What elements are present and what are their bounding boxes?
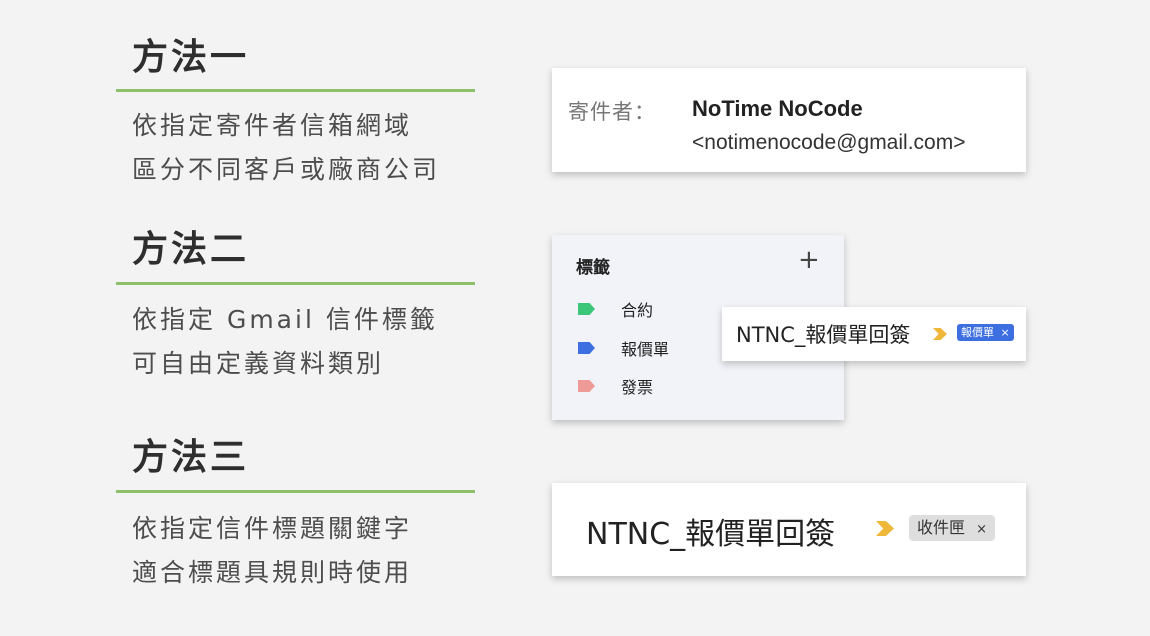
method-2-desc-line1: 依指定 Gmail 信件標籤 — [132, 305, 438, 334]
email-subject-card-large: NTNC_報價單回簽 收件匣 × — [552, 483, 1026, 576]
label-chip-quotation[interactable]: 報價單 × — [957, 324, 1014, 341]
method-3-desc-line1: 依指定信件標題關鍵字 — [132, 514, 413, 543]
label-chip-inbox[interactable]: 收件匣 × — [909, 515, 996, 541]
label-item-label: 發票 — [621, 378, 654, 397]
close-icon[interactable]: × — [976, 522, 987, 537]
email-subject-card-small: NTNC_報價單回簽 報價單 × — [722, 307, 1026, 361]
label-chip-text: 收件匣 — [917, 518, 966, 537]
method-2-divider — [116, 282, 475, 285]
method-1-desc-line1: 依指定寄件者信箱網域 — [132, 111, 413, 140]
label-item-invoice[interactable]: 發票 — [578, 374, 653, 398]
label-tag-icon — [578, 380, 595, 392]
sender-name[interactable]: NoTime NoCode — [692, 96, 863, 122]
email-subject[interactable]: NTNC_報價單回簽 — [586, 509, 835, 553]
method-1-description: 依指定寄件者信箱網域 區分不同客戶或廠商公司 — [132, 104, 440, 192]
method-3-description: 依指定信件標題關鍵字 適合標題具規則時使用 — [132, 507, 412, 595]
sender-card: 寄件者： NoTime NoCode <notimenocode@gmail.c… — [552, 68, 1026, 172]
method-3-desc-line2: 適合標題具規則時使用 — [132, 558, 413, 587]
sender-email[interactable]: <notimenocode@gmail.com> — [692, 131, 965, 155]
labels-header: 標籤 — [576, 258, 610, 278]
plus-icon[interactable]: + — [798, 247, 820, 273]
sender-label: 寄件者： — [568, 100, 656, 124]
method-2-title: 方法二 — [132, 229, 250, 270]
method-2-desc-line2: 可自由定義資料類別 — [132, 349, 385, 378]
label-item-contract[interactable]: 合約 — [578, 297, 653, 321]
method-1-desc-line2: 區分不同客戶或廠商公司 — [132, 155, 441, 184]
method-3-title: 方法三 — [132, 437, 250, 478]
method-3-divider — [116, 490, 475, 493]
label-chip-text: 報價單 — [961, 326, 994, 339]
importance-marker-icon — [933, 328, 947, 340]
label-tag-icon — [578, 342, 595, 354]
close-icon[interactable]: × — [1001, 326, 1010, 339]
email-subject[interactable]: NTNC_報價單回簽 — [736, 319, 910, 349]
method-2-description: 依指定 Gmail 信件標籤 可自由定義資料類別 — [132, 298, 438, 386]
label-item-quotation[interactable]: 報價單 — [578, 336, 669, 360]
importance-marker-icon — [876, 521, 894, 536]
label-item-label: 合約 — [621, 301, 654, 320]
label-tag-icon — [578, 303, 595, 315]
method-1-title: 方法一 — [132, 37, 250, 78]
method-1-divider — [116, 89, 475, 92]
label-item-label: 報價單 — [621, 340, 670, 359]
